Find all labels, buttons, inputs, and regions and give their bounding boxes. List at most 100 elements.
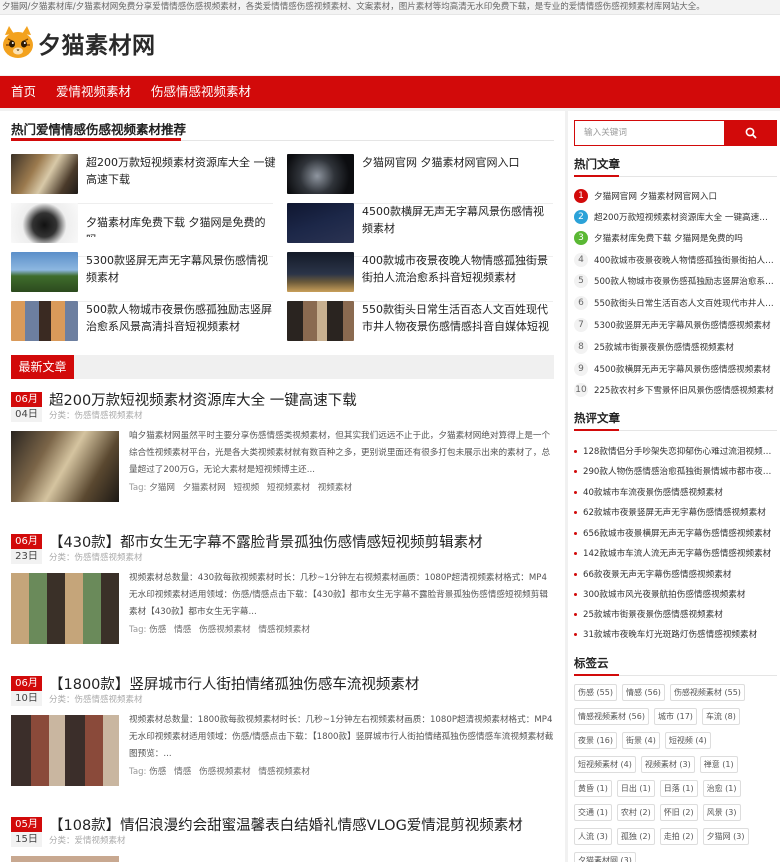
hot-comment-item[interactable]: 290款人物伤感情感治愈孤独街景情城市都市夜景视频素材 bbox=[574, 461, 777, 481]
hot-item-title: 500款人物城市夜景伤感孤独励志竖屏治愈系风景高清抖音短视频素材 bbox=[86, 303, 272, 333]
article-thumbnail[interactable] bbox=[11, 573, 119, 644]
tag-link[interactable]: 治愈 (1) bbox=[702, 780, 741, 797]
tag-link[interactable]: 伤感视频素材 (55) bbox=[669, 684, 745, 701]
article-category[interactable]: 分类：爱情视频素材 bbox=[49, 834, 126, 846]
tag-link[interactable]: 日出 (1) bbox=[616, 780, 655, 797]
hot-comment-item[interactable]: 62款城市夜景竖屏无声无字幕伤感情感视频素材 bbox=[574, 502, 777, 522]
article-title[interactable]: 【108款】情侣浪漫约会甜蜜温馨表白结婚礼情感VLOG爱情混剪视频素材 bbox=[49, 814, 523, 835]
bullet-icon bbox=[574, 551, 577, 555]
tag-link[interactable]: 情感 (56) bbox=[621, 684, 665, 701]
article-thumbnail[interactable] bbox=[11, 715, 119, 786]
tag-link[interactable]: 情感视频素材 (56) bbox=[574, 708, 649, 725]
nav-love-videos[interactable]: 爱情视频素材 bbox=[46, 76, 141, 108]
search-input[interactable]: 输入关键词 bbox=[574, 120, 725, 146]
hot-item[interactable]: 夕猫网官网 夕猫素材网官网入口 bbox=[287, 154, 552, 194]
hot-comment-item[interactable]: 128款情侣分手吵架失恋抑郁伤心难过流泪视频素材 bbox=[574, 441, 777, 461]
hot-article-item[interactable]: 2 超200万款短视频素材资源库大全 一键高速下载 bbox=[574, 207, 777, 227]
hot-comment-item[interactable]: 300款城市风光夜景航拍伤感情感视频素材 bbox=[574, 584, 777, 604]
tag-link[interactable]: 短视频素材 bbox=[267, 483, 310, 493]
tag-link[interactable]: 伤感 (55) bbox=[574, 684, 617, 701]
article-thumbnail[interactable] bbox=[11, 431, 119, 502]
tag-link[interactable]: 车流 (8) bbox=[701, 708, 740, 725]
hot-comment-title: 128款情侣分手吵架失恋抑郁伤心难过流泪视频素材 bbox=[583, 447, 776, 457]
tag-link[interactable]: 短视频 (4) bbox=[664, 732, 711, 749]
nav-home[interactable]: 首页 bbox=[0, 76, 46, 108]
tag-link[interactable]: 情感 bbox=[174, 767, 191, 777]
hot-item[interactable]: 550款街头日常生活百态人文百姓现代市井人物夜景伤感情感抖音自媒体短视频素材 bbox=[287, 301, 552, 341]
tag-link[interactable]: 人流 (3) bbox=[574, 828, 612, 845]
hot-article-item[interactable]: 3 夕猫素材库免费下载 夕猫网是免费的吗 bbox=[574, 228, 777, 248]
tag-link[interactable]: 孤独 (2) bbox=[616, 828, 655, 845]
article-title[interactable]: 超200万款短视频素材资源库大全 一键高速下载 bbox=[49, 389, 357, 410]
tag-link[interactable]: 夕猫网 (3) bbox=[702, 828, 749, 845]
tag-link[interactable]: 情感 bbox=[174, 625, 191, 635]
search-button[interactable] bbox=[725, 120, 777, 146]
hot-article-item[interactable]: 6 550款街头日常生活百态人文百姓现代市井人物夜景伤感情感抖音自媒体短视频素材 bbox=[574, 293, 777, 313]
article-category[interactable]: 分类：伤感情感视频素材 bbox=[49, 693, 143, 705]
tag-link[interactable]: 夕猫网 bbox=[149, 483, 175, 493]
tag-link[interactable]: 风景 (3) bbox=[702, 804, 741, 821]
article-category[interactable]: 分类：伤感情感视频素材 bbox=[49, 409, 143, 421]
title-underline bbox=[574, 674, 619, 676]
hot-comment-item[interactable]: 142款城市车流人流无声无字幕伤感情感视频素材 bbox=[574, 543, 777, 563]
hot-article-item[interactable]: 1 夕猫网官网 夕猫素材网官网入口 bbox=[574, 186, 777, 206]
article-category[interactable]: 分类：伤感情感视频素材 bbox=[49, 551, 143, 563]
tag-link[interactable]: 伤感 bbox=[149, 625, 166, 635]
tag-link[interactable]: 伤感视频素材 bbox=[199, 625, 251, 635]
tag-link[interactable]: 黄昏 (1) bbox=[574, 780, 612, 797]
tag-link[interactable]: 农村 (2) bbox=[616, 804, 655, 821]
hot-article-item[interactable]: 7 5300款竖屏无声无字幕风景伤感情感视频素材 bbox=[574, 315, 777, 335]
tab-latest[interactable]: 最新文章 bbox=[11, 355, 74, 379]
rank-number: 9 bbox=[574, 362, 588, 376]
tag-cloud-title: 标签云 bbox=[574, 656, 609, 670]
hot-article-item[interactable]: 4 400款城市夜景夜晚人物情感孤独街景街拍人流治愈系抖音短视频素材 bbox=[574, 250, 777, 270]
article-title[interactable]: 【430款】都市女生无字幕不露脸背景孤独伤感情感短视频剪辑素材 bbox=[49, 531, 483, 552]
hot-item[interactable]: 超200万款短视频素材资源库大全 一键高速下载 bbox=[11, 154, 276, 194]
tag-link[interactable]: 街景 (4) bbox=[621, 732, 660, 749]
article-title[interactable]: 【1800款】竖屏城市行人街拍情绪孤独伤感车流视频素材 bbox=[49, 673, 419, 694]
tag-link[interactable]: 视频素材 bbox=[318, 483, 352, 493]
tag-link[interactable]: 伤感视频素材 bbox=[199, 767, 251, 777]
tag-link[interactable]: 城市 (17) bbox=[653, 708, 697, 725]
date-month: 05月 bbox=[11, 817, 42, 832]
bullet-icon bbox=[574, 469, 577, 473]
thumbnail bbox=[11, 154, 78, 194]
nav-sad-videos[interactable]: 伤感情感视频素材 bbox=[141, 76, 261, 108]
tag-link[interactable]: 伤感 bbox=[149, 767, 166, 777]
hot-comment-item[interactable]: 66款夜景无声无字幕伤感情感视频素材 bbox=[574, 564, 777, 584]
hot-comment-item[interactable]: 40款城市车流夜景伤感情感视频素材 bbox=[574, 482, 777, 502]
hot-item[interactable]: 4500款横屏无声无字幕风景伤感情视频素材 bbox=[287, 203, 552, 243]
hot-article-item[interactable]: 10 225款农村乡下雪景怀旧风景伤感情感视频素材 bbox=[574, 380, 777, 400]
search-icon bbox=[745, 127, 757, 139]
tag-link[interactable]: 短视频素材 (4) bbox=[574, 756, 636, 773]
rank-number: 5 bbox=[574, 274, 588, 288]
hot-comment-item[interactable]: 656款城市夜景横屏无声无字幕伤感情感视频素材 bbox=[574, 523, 777, 543]
article-tags: Tag: 伤感 情感 伤感视频素材 情感视频素材 bbox=[129, 623, 315, 635]
tag-link[interactable]: 情感视频素材 bbox=[258, 625, 310, 635]
hot-comment-item[interactable]: 31款城市夜晚车灯光斑路灯伤感情感视频素材 bbox=[574, 624, 777, 644]
tag-cloud: 伤感 (55) 情感 (56) 伤感视频素材 (55) 情感视频素材 (56) … bbox=[574, 684, 777, 862]
tag-link[interactable]: 夕猫素材网 (3) bbox=[574, 852, 636, 862]
tag-link[interactable]: 走拍 (2) bbox=[659, 828, 698, 845]
tag-link[interactable]: 夕猫素材网 bbox=[183, 483, 226, 493]
hot-article-item[interactable]: 8 25款城市街景夜景伤感情感视频素材 bbox=[574, 337, 777, 357]
tag-link[interactable]: 怀旧 (2) bbox=[659, 804, 698, 821]
tag-link[interactable]: 视频素材 (3) bbox=[640, 756, 695, 773]
title-underline bbox=[574, 429, 619, 431]
tag-link[interactable]: 情感视频素材 bbox=[258, 767, 310, 777]
hot-item[interactable]: 400款城市夜景夜晚人物情感孤独街景街拍人流治愈系抖音短视频素材 bbox=[287, 252, 552, 292]
tag-link[interactable]: 禅意 (1) bbox=[699, 756, 738, 773]
tag-link[interactable]: 短视频 bbox=[233, 483, 259, 493]
article-thumbnail[interactable] bbox=[11, 856, 119, 862]
hot-article-item[interactable]: 5 500款人物城市夜景伤感孤独励志竖屏治愈系风景高清抖音短视频素材 bbox=[574, 271, 777, 291]
hot-item[interactable]: 5300款竖屏无声无字幕风景伤感情视频素材 bbox=[11, 252, 276, 292]
hot-item[interactable]: 500款人物城市夜景伤感孤独励志竖屏治愈系风景高清抖音短视频素材 bbox=[11, 301, 276, 341]
tag-link[interactable]: 夜景 (16) bbox=[574, 732, 617, 749]
tag-link[interactable]: 交通 (1) bbox=[574, 804, 612, 821]
site-logo[interactable]: 夕猫素材网 bbox=[0, 23, 156, 63]
hot-comment-item[interactable]: 25款城市街景夜景伤感情感视频素材 bbox=[574, 604, 777, 624]
hot-article-item[interactable]: 9 4500款横屏无声无字幕风景伤感情感视频素材 bbox=[574, 359, 777, 379]
tag-link[interactable]: 日落 (1) bbox=[659, 780, 698, 797]
hot-item-title: 超200万款短视频素材资源库大全 一键高速下载 bbox=[86, 156, 276, 186]
hot-item[interactable]: 夕猫素材库免费下载 夕猫网是免费的吗 bbox=[11, 203, 276, 243]
